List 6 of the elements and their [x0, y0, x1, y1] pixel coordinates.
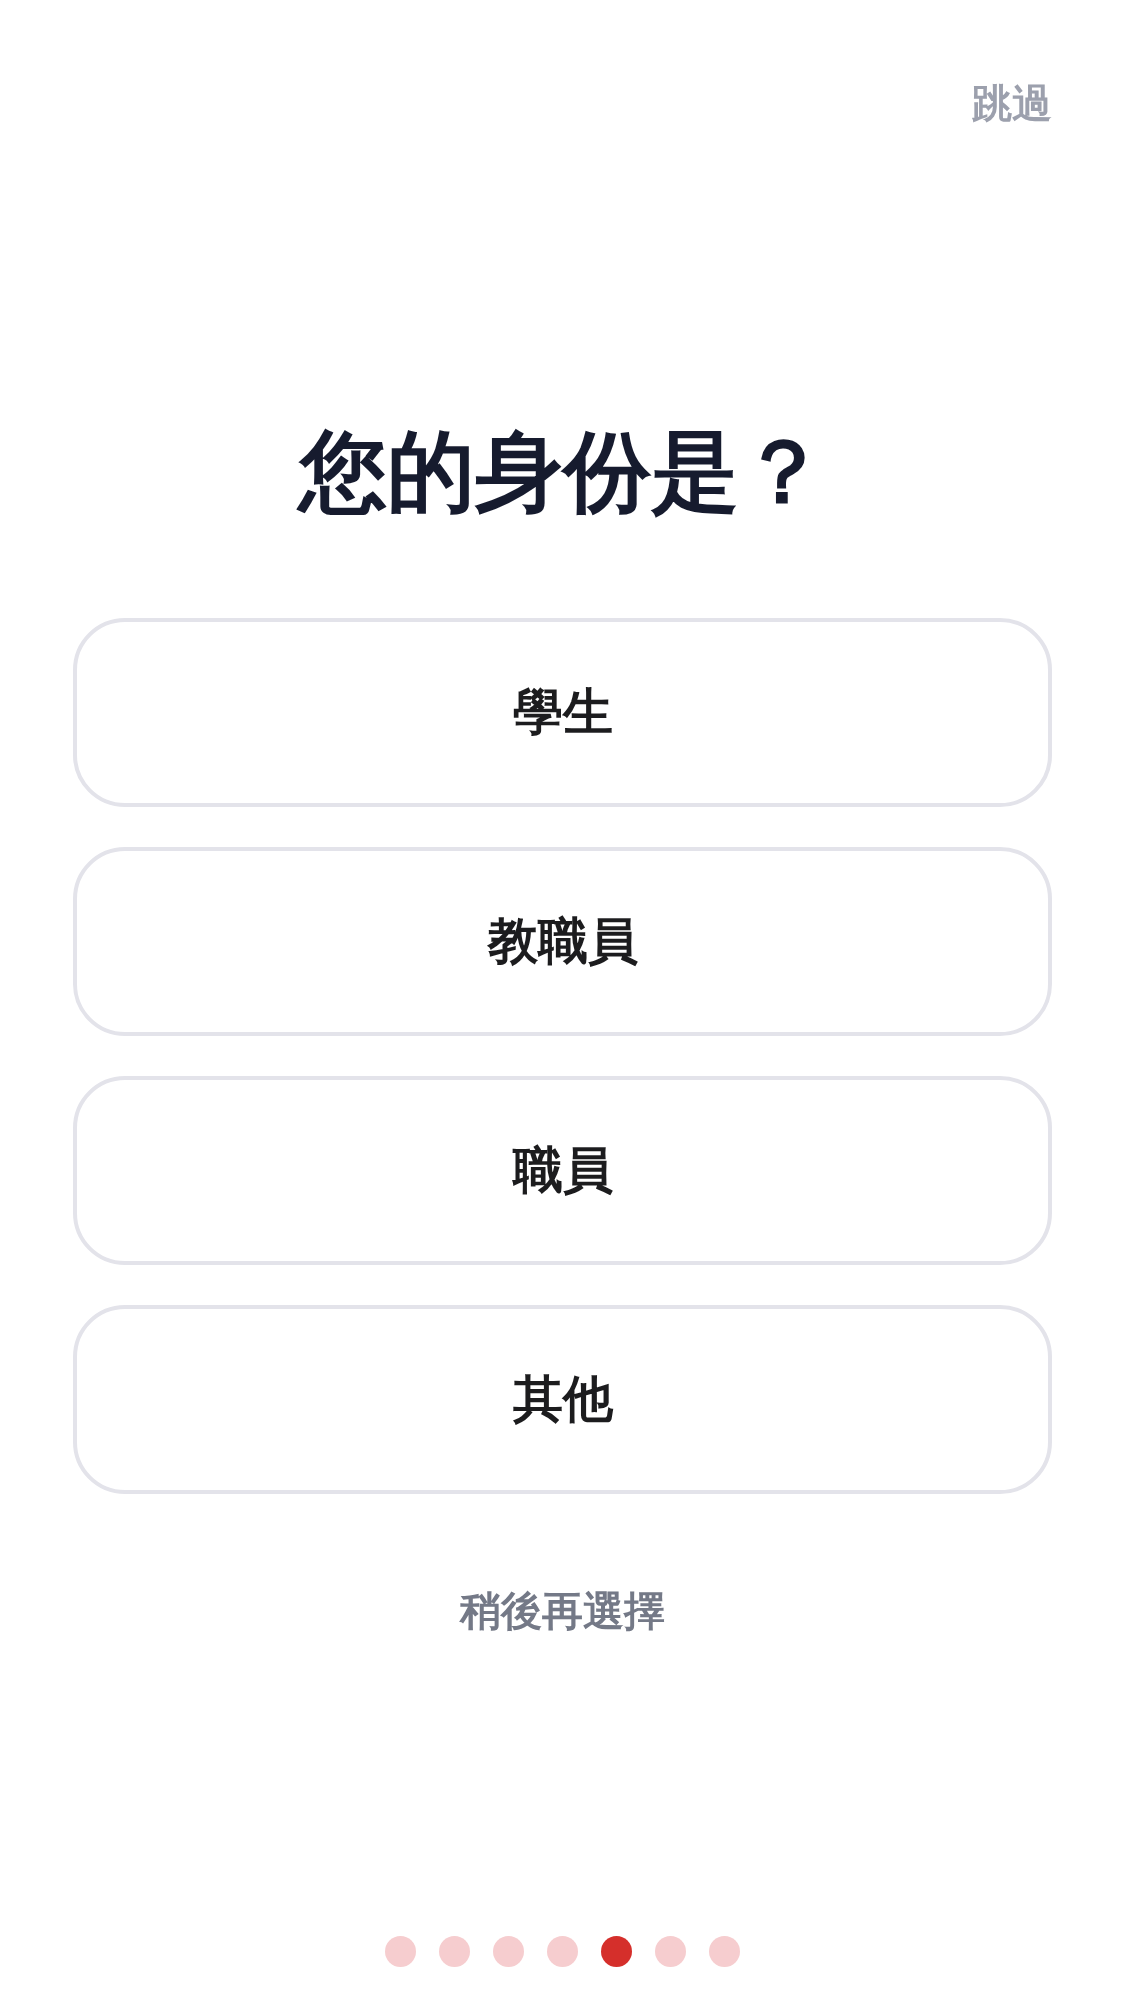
option-button[interactable]: 教職員 [73, 847, 1052, 1037]
question-title: 您的身份是？ [298, 421, 827, 523]
option-button[interactable]: 職員 [73, 1076, 1052, 1266]
choose-later-link[interactable]: 稍後再選擇 [460, 1584, 665, 1640]
option-button[interactable]: 學生 [73, 618, 1052, 808]
option-button[interactable]: 其他 [73, 1305, 1052, 1495]
